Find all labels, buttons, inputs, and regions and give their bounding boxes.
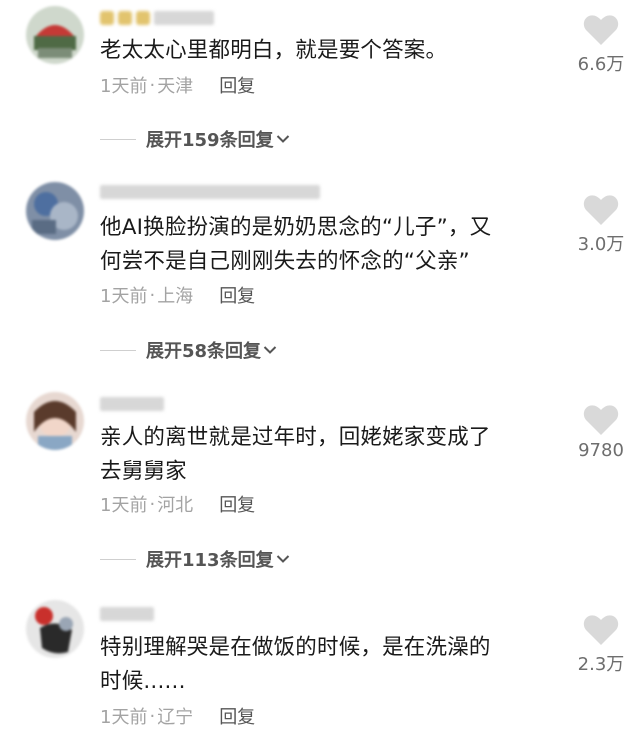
- comment-meta: 1天前 · 天津 回复: [100, 72, 255, 98]
- chevron-down-icon: [276, 555, 289, 563]
- chevron-down-icon: [263, 346, 277, 354]
- comment-meta: 1天前 · 河北 回复: [100, 491, 255, 517]
- expand-replies-button[interactable]: 展开58条回复: [100, 337, 277, 363]
- expand-replies-button[interactable]: 展开159条回复: [100, 126, 290, 152]
- reply-button[interactable]: 回复: [219, 491, 255, 517]
- expand-replies-button[interactable]: 展开113条回复: [100, 546, 290, 572]
- expand-replies-label: 展开159条回复: [146, 130, 274, 151]
- meta-separator: ·: [149, 284, 156, 306]
- meta-separator: ·: [149, 705, 156, 727]
- comment-location: 辽宁: [157, 707, 194, 728]
- badge-icon: [100, 11, 114, 25]
- like-count: 3.0万: [577, 234, 625, 255]
- avatar[interactable]: [26, 6, 84, 64]
- username-blurred[interactable]: [100, 8, 214, 28]
- badge-icon: [118, 11, 132, 25]
- divider: [100, 558, 136, 560]
- like-control[interactable]: 6.6万: [566, 14, 636, 76]
- comment-text: 特别理解哭是在做饭的时候，是在洗澡的 时候......: [100, 635, 491, 694]
- meta-separator: ·: [149, 74, 156, 96]
- comment-location: 河北: [157, 495, 194, 516]
- reply-button[interactable]: 回复: [219, 282, 255, 308]
- comment-meta: 1天前 · 上海 回复: [100, 282, 255, 308]
- expand-replies-label: 展开113条回复: [146, 550, 274, 571]
- like-control[interactable]: 2.3万: [566, 614, 636, 676]
- badge-icon: [136, 11, 150, 25]
- reply-button[interactable]: 回复: [219, 703, 255, 729]
- comment-time: 1天前: [100, 707, 148, 728]
- expand-replies-label: 展开58条回复: [146, 341, 262, 362]
- like-count: 6.6万: [577, 54, 625, 75]
- avatar[interactable]: [26, 182, 84, 240]
- like-control[interactable]: 3.0万: [566, 194, 636, 256]
- comment-time: 1天前: [100, 495, 148, 516]
- like-count: 2.3万: [577, 654, 625, 675]
- comment-location: 上海: [157, 286, 194, 307]
- heart-icon[interactable]: [583, 404, 619, 436]
- divider: [100, 349, 136, 351]
- divider: [100, 138, 136, 140]
- username-blurred[interactable]: [100, 182, 320, 202]
- meta-separator: ·: [149, 493, 156, 515]
- like-control[interactable]: 9780: [566, 404, 636, 461]
- comment-text: 老太太心里都明白，就是要个答案。: [100, 38, 448, 63]
- avatar[interactable]: [26, 600, 84, 658]
- comment-time: 1天前: [100, 286, 148, 307]
- chevron-down-icon: [276, 135, 289, 143]
- reply-button[interactable]: 回复: [219, 72, 255, 98]
- comment-meta: 1天前 · 辽宁 回复: [100, 703, 255, 729]
- heart-icon[interactable]: [583, 614, 619, 646]
- username-blurred[interactable]: [100, 604, 154, 624]
- heart-icon[interactable]: [583, 194, 619, 226]
- username-blurred[interactable]: [100, 394, 164, 414]
- comment-text: 亲人的离世就是过年时，回姥姥家变成了 去舅舅家: [100, 425, 491, 484]
- avatar[interactable]: [26, 392, 84, 450]
- like-count: 9780: [578, 440, 624, 461]
- comment-location: 天津: [157, 76, 194, 97]
- comment-time: 1天前: [100, 76, 148, 97]
- heart-icon[interactable]: [583, 14, 619, 46]
- comment-text: 他AI换脸扮演的是奶奶思念的“儿子”，又 何尝不是自己刚刚失去的怀念的“父亲”: [100, 215, 492, 274]
